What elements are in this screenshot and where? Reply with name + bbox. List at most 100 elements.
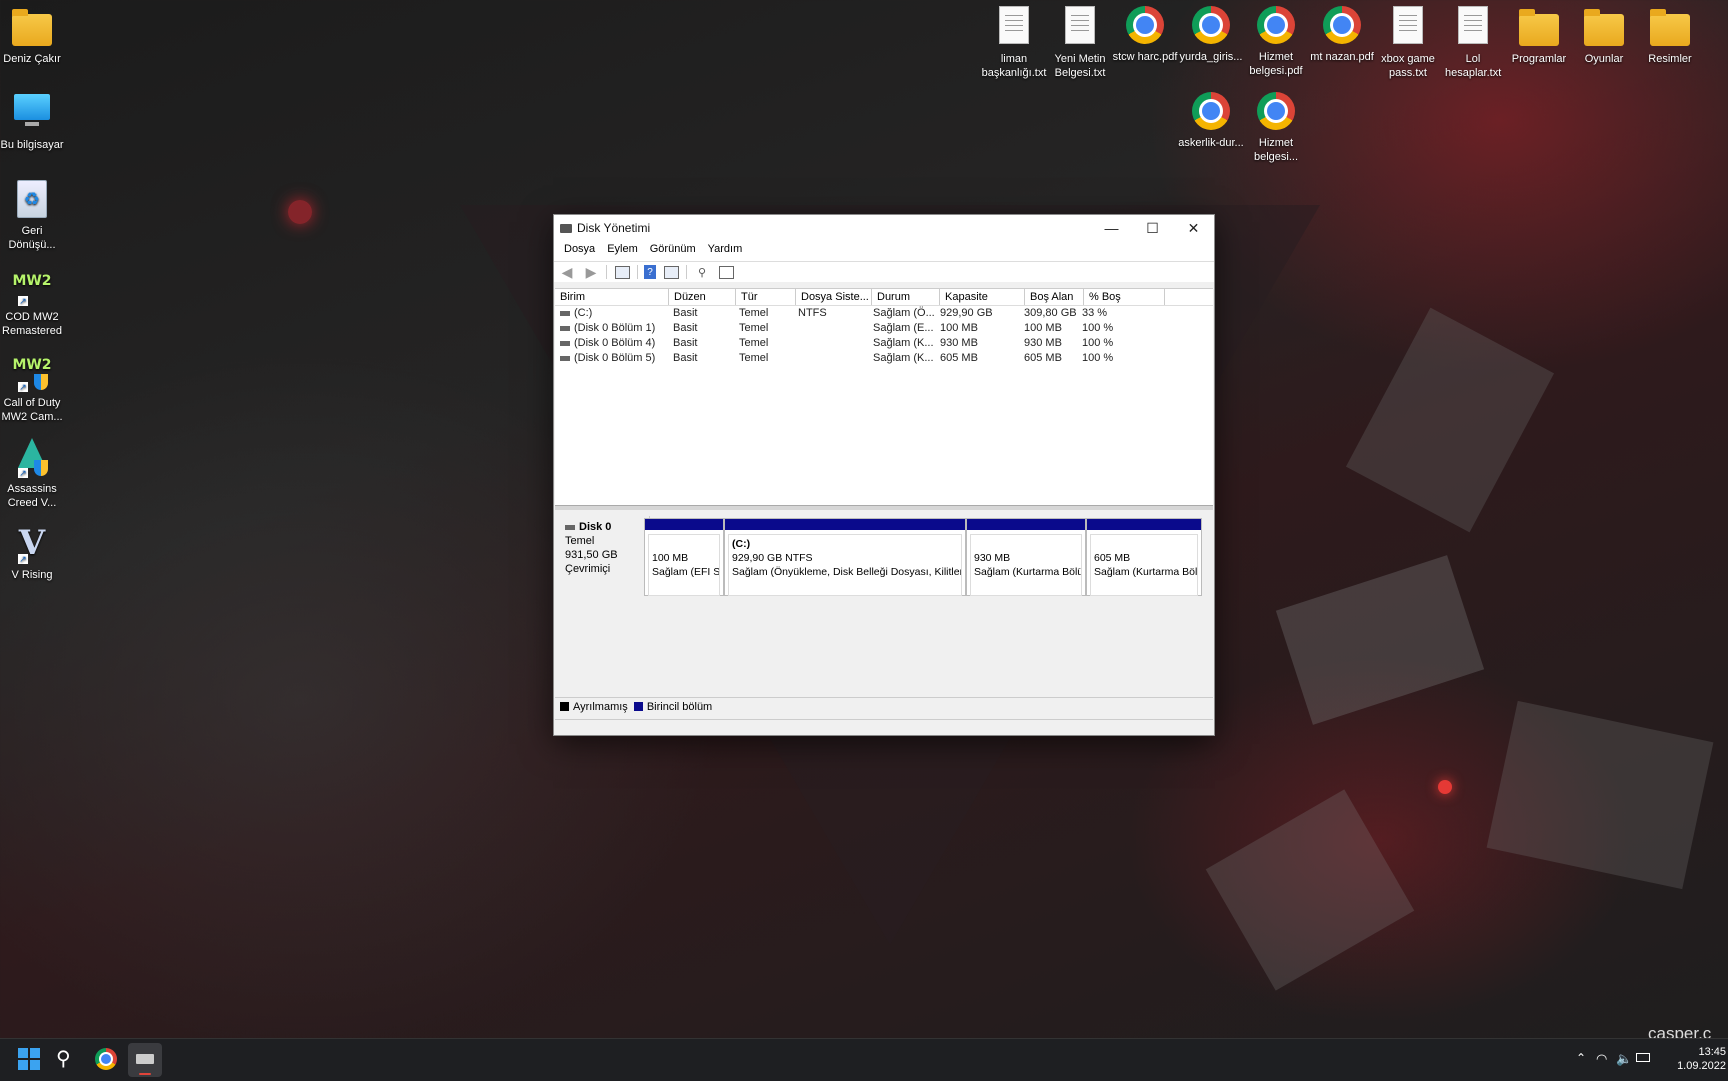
clock-time: 13:45 bbox=[1698, 1046, 1726, 1058]
chrome-icon[interactable] bbox=[95, 1048, 119, 1072]
text-file-icon bbox=[1065, 6, 1095, 44]
column-tur[interactable]: Tür bbox=[736, 289, 796, 305]
legend-primary: Birincil bölüm bbox=[646, 700, 713, 713]
table-cell: (Disk 0 Bölüm 1) bbox=[555, 321, 668, 336]
text-file-icon bbox=[1393, 6, 1423, 44]
chevron-up-icon[interactable]: ⌃ bbox=[1576, 1051, 1586, 1065]
maximize-button[interactable]: ☐ bbox=[1132, 215, 1173, 241]
desktop-icon-oyunlar[interactable]: Oyunlar bbox=[1569, 4, 1639, 66]
desktop-icon-hizmet-2[interactable]: Hizmet belgesi... bbox=[1241, 90, 1311, 164]
desktop-icon-mt-nazan[interactable]: mt nazan.pdf bbox=[1307, 4, 1377, 64]
column-birim[interactable]: Birim bbox=[555, 289, 669, 305]
column-yuzde-bos[interactable]: % Boş bbox=[1084, 289, 1165, 305]
desktop-icon-yurda[interactable]: yurda_giris... bbox=[1176, 4, 1246, 64]
table-cell bbox=[793, 321, 868, 336]
table-row[interactable]: (Disk 0 Bölüm 5) Basit Temel Sağlam (K... 60… bbox=[555, 351, 1213, 366]
back-arrow-icon[interactable]: ◀ bbox=[558, 264, 576, 280]
table-row[interactable]: (Disk 0 Bölüm 4) Basit Temel Sağlam (K... 93… bbox=[555, 336, 1213, 351]
console-tree-icon[interactable] bbox=[613, 264, 631, 280]
partition-recovery-1[interactable]: 930 MB Sağlam (Kurtarma Bölü bbox=[966, 518, 1086, 596]
column-duzen[interactable]: Düzen bbox=[669, 289, 736, 305]
desktop-icon-cod-mw2[interactable]: MW2 ↗ COD MW2 Remastered bbox=[0, 260, 67, 338]
shortcut-arrow-icon: ↗ bbox=[18, 382, 28, 392]
desktop-icon-hizmet[interactable]: Hizmet belgesi.pdf bbox=[1241, 4, 1311, 78]
menu-dosya[interactable]: Dosya bbox=[558, 243, 601, 261]
desktop-icon-this-pc[interactable]: Bu bilgisayar bbox=[0, 88, 67, 152]
disk-0-label[interactable]: Disk 0 Temel 931,50 GB Çevrimiçi bbox=[557, 516, 650, 594]
search-icon[interactable]: ⚲ bbox=[56, 1048, 80, 1072]
volume-icon[interactable]: 🔈 bbox=[1616, 1051, 1632, 1067]
table-cell: 605 MB bbox=[940, 352, 978, 364]
table-cell: Sağlam (K... bbox=[873, 337, 934, 349]
table-cell bbox=[793, 336, 868, 351]
folder-icon bbox=[1650, 9, 1690, 46]
disk-status: Çevrimiçi bbox=[565, 563, 611, 575]
window-title: Disk Yönetimi bbox=[560, 221, 1091, 235]
table-cell: Basit bbox=[673, 322, 698, 334]
partition-color-bar bbox=[725, 519, 965, 530]
battery-icon[interactable] bbox=[1636, 1053, 1650, 1062]
disk-icon bbox=[565, 524, 575, 530]
desktop-icon-cod-mw2-campaign[interactable]: MW2 ↗ Call of Duty MW2 Cam... bbox=[0, 346, 67, 424]
close-button[interactable]: ✕ bbox=[1173, 215, 1214, 241]
menu-gorunum[interactable]: Görünüm bbox=[644, 243, 702, 261]
desktop-icon-resimler[interactable]: Resimler bbox=[1635, 4, 1705, 66]
desktop-icon-v-rising[interactable]: V ↗ V Rising bbox=[0, 518, 67, 582]
desktop-icon-recycle-bin[interactable]: ♻ Geri Dönüşü... bbox=[0, 174, 67, 252]
partition-color-bar bbox=[645, 519, 723, 530]
toolbar-separator bbox=[637, 265, 638, 279]
table-row[interactable]: (C:) Basit Temel NTFS Sağlam (Ö... 929,90 GB 3… bbox=[555, 306, 1213, 321]
desktop-icon-user-folder[interactable]: Deniz Çakır bbox=[0, 4, 67, 66]
column-dosya-sistemi[interactable]: Dosya Siste... bbox=[796, 289, 872, 305]
start-icon[interactable] bbox=[18, 1048, 42, 1072]
table-cell: 930 MB bbox=[940, 337, 978, 349]
desktop-icon-xbox[interactable]: xbox game pass.txt bbox=[1373, 4, 1443, 80]
partition-recovery-2[interactable]: 605 MB Sağlam (Kurtarma Böl bbox=[1086, 518, 1202, 596]
user-folder-icon bbox=[12, 9, 52, 46]
desktop-icon-programlar[interactable]: Programlar bbox=[1504, 4, 1574, 66]
taskbar: ⚲ ⌃ ◠ 🔈 13:45 1.09.2022 bbox=[0, 1038, 1728, 1081]
table-cell: 100 % bbox=[1082, 337, 1114, 349]
table-cell: Basit bbox=[673, 337, 698, 349]
settings-icon[interactable] bbox=[717, 264, 735, 280]
table-cell: Sağlam (Ö... bbox=[873, 307, 935, 319]
table-cell: Basit bbox=[673, 307, 698, 319]
clock-date: 1.09.2022 bbox=[1677, 1060, 1726, 1072]
rescan-icon[interactable]: ⚲ bbox=[693, 264, 711, 280]
table-cell: Sağlam (K... bbox=[873, 352, 934, 364]
partition-details: 605 MB Sağlam (Kurtarma Böl bbox=[1090, 534, 1198, 596]
properties-icon[interactable] bbox=[662, 264, 680, 280]
status-bar bbox=[555, 719, 1213, 734]
disk-management-icon[interactable] bbox=[128, 1043, 162, 1077]
disk-size: 931,50 GB bbox=[565, 549, 618, 561]
monitor-icon bbox=[12, 94, 52, 134]
menu-eylem[interactable]: Eylem bbox=[601, 243, 644, 261]
folder-icon bbox=[1519, 9, 1559, 46]
desktop-icon-askerlik[interactable]: askerlik-dur... bbox=[1176, 90, 1246, 150]
table-cell: 33 % bbox=[1082, 307, 1108, 319]
column-durum[interactable]: Durum bbox=[872, 289, 940, 305]
desktop-icon-liman[interactable]: liman başkanlığı.txt bbox=[979, 4, 1049, 80]
table-cell bbox=[793, 351, 868, 366]
partition-c[interactable]: (C:) 929,90 GB NTFS Sağlam (Önyükleme, D… bbox=[724, 518, 966, 596]
wifi-icon[interactable]: ◠ bbox=[1596, 1051, 1607, 1067]
column-kapasite[interactable]: Kapasite bbox=[940, 289, 1025, 305]
desktop-icon-lol[interactable]: Lol hesaplar.txt bbox=[1438, 4, 1508, 80]
title-bar[interactable]: Disk Yönetimi — ☐ ✕ bbox=[554, 215, 1214, 241]
table-cell: 100 MB bbox=[940, 322, 978, 334]
desktop-icon-assassins-creed[interactable]: ↗ Assassins Creed V... bbox=[0, 432, 67, 510]
forward-arrow-icon[interactable]: ▶ bbox=[582, 264, 600, 280]
minimize-button[interactable]: — bbox=[1091, 215, 1132, 241]
desktop-icon-yeni-metin[interactable]: Yeni Metin Belgesi.txt bbox=[1045, 4, 1115, 80]
table-cell: Temel bbox=[739, 352, 769, 364]
desktop-icon-stcw[interactable]: stcw harc.pdf bbox=[1110, 4, 1180, 64]
menu-yardim[interactable]: Yardım bbox=[702, 243, 749, 261]
help-icon[interactable]: ? bbox=[644, 265, 656, 279]
table-cell: (Disk 0 Bölüm 4) bbox=[555, 336, 668, 351]
column-bos-alan[interactable]: Boş Alan bbox=[1025, 289, 1084, 305]
table-row[interactable]: (Disk 0 Bölüm 1) Basit Temel Sağlam (E... 10… bbox=[555, 321, 1213, 336]
clock[interactable]: 13:45 1.09.2022 bbox=[1670, 1045, 1726, 1073]
toolbar: ◀ ▶ ? ⚲ bbox=[554, 261, 1214, 282]
partition-efi[interactable]: 100 MB Sağlam (EFI Si bbox=[644, 518, 724, 596]
table-cell: 100 % bbox=[1082, 322, 1114, 334]
